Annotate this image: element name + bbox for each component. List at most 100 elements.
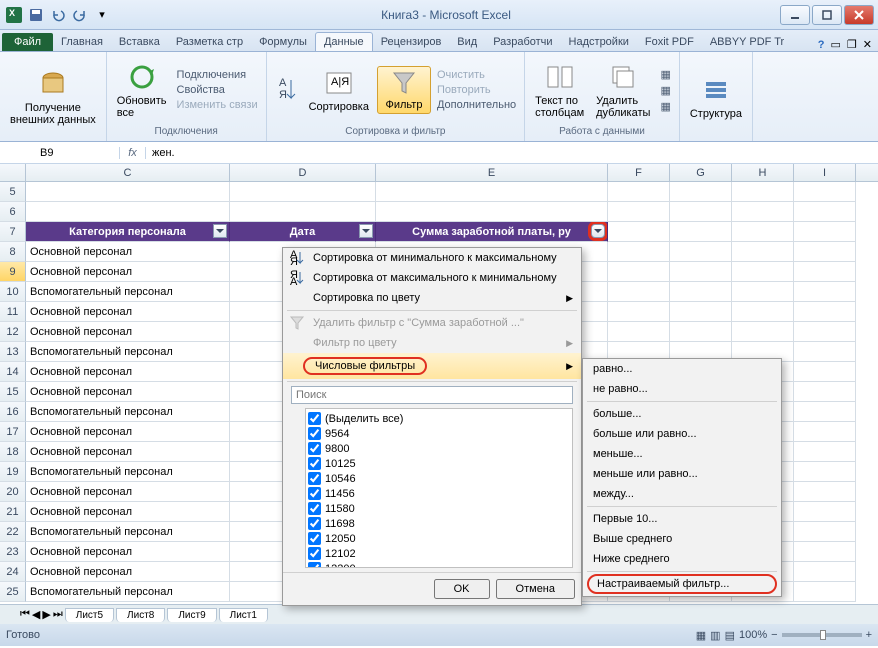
cell[interactable] [794, 342, 856, 362]
sheet-nav-first-icon[interactable]: ⏮ [20, 608, 30, 621]
col-header-h[interactable]: H [732, 164, 794, 181]
cell[interactable] [794, 242, 856, 262]
cell[interactable] [794, 262, 856, 282]
cell[interactable] [670, 322, 732, 342]
col-header-e[interactable]: E [376, 164, 608, 181]
row-header[interactable]: 23 [0, 542, 26, 562]
cell[interactable] [670, 262, 732, 282]
filter-value-list[interactable]: (Выделить все)95649800101251054611456115… [305, 408, 573, 568]
cell[interactable]: Основной персонал [26, 502, 230, 522]
cell[interactable]: Основной персонал [26, 242, 230, 262]
filter-checkbox[interactable] [308, 427, 321, 440]
row-header[interactable]: 15 [0, 382, 26, 402]
minimize-button[interactable] [780, 5, 810, 25]
filter-value-item[interactable]: 10546 [308, 471, 570, 486]
cell[interactable] [608, 322, 670, 342]
row-header[interactable]: 21 [0, 502, 26, 522]
tab-foxit[interactable]: Foxit PDF [637, 33, 702, 51]
cell[interactable] [608, 302, 670, 322]
cell[interactable]: Вспомогательный персонал [26, 402, 230, 422]
cell[interactable] [376, 182, 608, 202]
row-header[interactable]: 11 [0, 302, 26, 322]
fx-icon[interactable]: fx [120, 147, 146, 159]
filter-value-item[interactable]: 12200 [308, 561, 570, 568]
cell[interactable]: Основной персонал [26, 442, 230, 462]
filter-checkbox[interactable] [308, 562, 321, 568]
select-all-corner[interactable] [0, 164, 26, 181]
number-filter-option[interactable]: больше или равно... [583, 424, 781, 444]
get-external-data-button[interactable]: Получение внешних данных [6, 66, 100, 128]
number-filter-option[interactable]: равно... [583, 359, 781, 379]
filter-checkbox[interactable] [308, 547, 321, 560]
row-header[interactable]: 22 [0, 522, 26, 542]
maximize-button[interactable] [812, 5, 842, 25]
sheet-tab[interactable]: Лист9 [167, 608, 216, 622]
filter-checkbox[interactable] [308, 532, 321, 545]
sheet-nav-last-icon[interactable]: ⏭ [53, 608, 63, 621]
table-header-cell[interactable]: Сумма заработной платы, ру [376, 222, 608, 242]
properties-button[interactable]: Свойства [175, 83, 260, 97]
col-header-f[interactable]: F [608, 164, 670, 181]
filter-search-input[interactable] [291, 386, 573, 404]
filter-value-item[interactable]: 11698 [308, 516, 570, 531]
filter-search[interactable] [291, 386, 573, 404]
cell[interactable] [794, 542, 856, 562]
cell[interactable] [670, 222, 732, 242]
tab-home[interactable]: Главная [53, 33, 111, 51]
col-header-i[interactable]: I [794, 164, 856, 181]
filter-checkbox[interactable] [308, 442, 321, 455]
cell[interactable] [608, 242, 670, 262]
name-box[interactable]: B9 [0, 147, 120, 159]
cell[interactable] [732, 262, 794, 282]
filter-checkbox[interactable] [308, 502, 321, 515]
formula-input[interactable]: жен. [146, 147, 878, 159]
cell[interactable] [794, 562, 856, 582]
cell[interactable] [608, 222, 670, 242]
cell[interactable]: Основной персонал [26, 422, 230, 442]
cell[interactable] [794, 502, 856, 522]
number-filter-option[interactable]: Ниже среднего [583, 549, 781, 569]
view-layout-icon[interactable]: ▥ [710, 629, 720, 642]
cell[interactable]: Основной персонал [26, 482, 230, 502]
row-header[interactable]: 19 [0, 462, 26, 482]
filter-dropdown-icon[interactable] [591, 224, 605, 238]
cell[interactable]: Основной персонал [26, 322, 230, 342]
help-icon[interactable]: ? [818, 39, 825, 51]
tab-insert[interactable]: Вставка [111, 33, 168, 51]
number-filter-option[interactable]: Настраиваемый фильтр... [587, 574, 777, 594]
cell[interactable] [732, 182, 794, 202]
row-header[interactable]: 7 [0, 222, 26, 242]
row-header[interactable]: 5 [0, 182, 26, 202]
table-header-cell[interactable]: Дата [230, 222, 376, 242]
filter-checkbox[interactable] [308, 457, 321, 470]
filter-value-item[interactable]: (Выделить все) [308, 411, 570, 426]
cell[interactable]: Вспомогательный персонал [26, 282, 230, 302]
cell[interactable]: Основной персонал [26, 362, 230, 382]
tab-file[interactable]: Файл [2, 33, 53, 51]
cell[interactable] [26, 202, 230, 222]
data-validation-icon[interactable]: ▦ [658, 67, 672, 82]
cell[interactable] [670, 302, 732, 322]
row-header[interactable]: 9 [0, 262, 26, 282]
redo-icon[interactable] [70, 5, 90, 25]
cell[interactable]: Вспомогательный персонал [26, 522, 230, 542]
cell[interactable] [794, 182, 856, 202]
cell[interactable] [732, 322, 794, 342]
cell[interactable] [732, 282, 794, 302]
edit-links-button[interactable]: Изменить связи [175, 98, 260, 112]
cell[interactable] [670, 182, 732, 202]
row-header[interactable]: 20 [0, 482, 26, 502]
cell[interactable] [794, 362, 856, 382]
filter-checkbox[interactable] [308, 472, 321, 485]
remove-duplicates-button[interactable]: Удалить дубликаты [592, 59, 654, 121]
filter-button[interactable]: Фильтр [377, 66, 431, 114]
tab-layout[interactable]: Разметка стр [168, 33, 251, 51]
tab-abbyy[interactable]: ABBYY PDF Tr [702, 33, 792, 51]
outline-button[interactable]: Структура [686, 72, 746, 122]
sort-desc-item[interactable]: ЯА Сортировка от максимального к минимал… [283, 268, 581, 288]
cell[interactable] [376, 202, 608, 222]
cell[interactable] [794, 222, 856, 242]
filter-dropdown-icon[interactable] [213, 224, 227, 238]
number-filter-option[interactable]: Первые 10... [583, 509, 781, 529]
filter-value-item[interactable]: 11580 [308, 501, 570, 516]
